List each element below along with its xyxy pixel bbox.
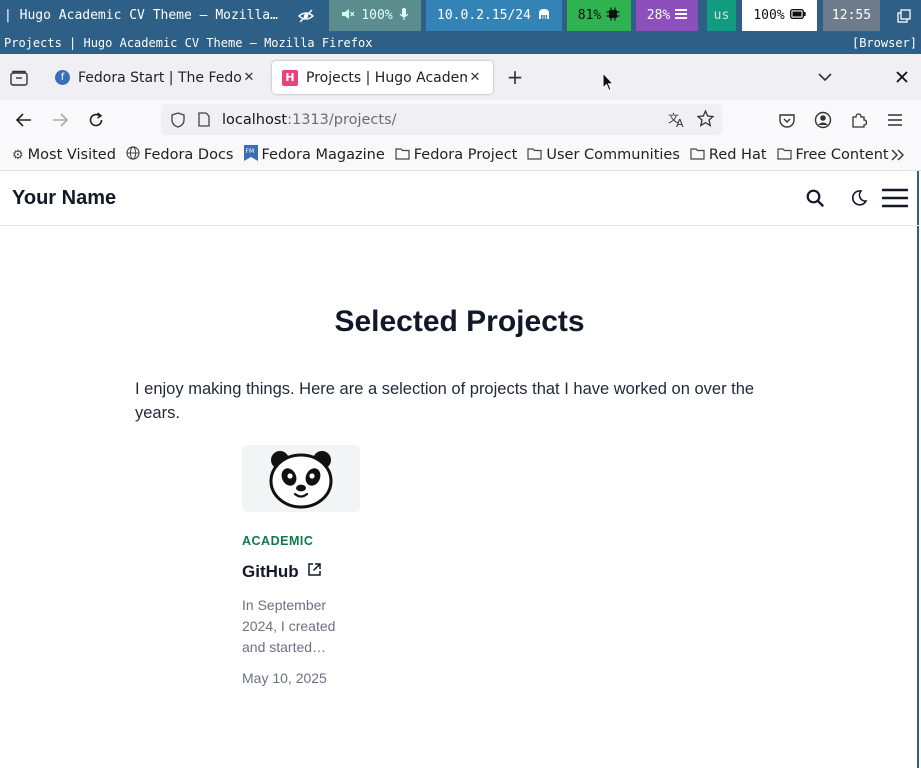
bookmark-fedora-docs[interactable]: Fedora Docs (126, 146, 234, 164)
navigation-toolbar: localhost:1313/projects/ 文A (0, 100, 921, 140)
globe-icon (126, 146, 140, 164)
fedora-icon: f (55, 70, 70, 85)
microphone-icon (399, 7, 409, 25)
battery-level: 100% (753, 8, 785, 23)
hugo-icon: H (282, 69, 298, 86)
battery-indicator[interactable]: 100% (742, 0, 817, 31)
bookmark-most-visited[interactable]: ⚙ Most Visited (12, 147, 116, 163)
project-card[interactable]: ACADEMIC GitHub In September 2024, I cre… (242, 445, 360, 686)
bookmark-label: Fedora Docs (143, 147, 234, 163)
focused-window-title: | Hugo Academic CV Theme — Mozilla… (4, 8, 278, 23)
cpu-chip-icon (606, 7, 620, 25)
forward-arrow-icon[interactable] (49, 109, 71, 131)
bookmark-folder-red-hat[interactable]: Red Hat (690, 147, 767, 164)
hamburger-menu-icon[interactable] (884, 109, 906, 131)
page-title: Selected Projects (334, 305, 585, 338)
pocket-icon[interactable] (776, 109, 798, 131)
bookmark-label: User Communities (546, 147, 680, 163)
menu-hamburger-icon[interactable] (881, 186, 909, 210)
audio-indicator[interactable]: 100% (329, 0, 421, 31)
bookmark-label: Fedora Magazine (261, 147, 385, 163)
status-bar: | Hugo Academic CV Theme — Mozilla… 100%… (0, 0, 921, 31)
audio-level: 100% (361, 8, 393, 23)
speaker-muted-icon (341, 7, 355, 25)
bookmarks-overflow-chevron-icon[interactable] (888, 145, 908, 165)
tab-fedora-start[interactable]: f Fedora Start | The Fedora ✕ (45, 61, 267, 94)
bookmark-star-icon[interactable] (696, 109, 715, 131)
memory-bars-icon (675, 8, 688, 24)
svg-text:FM: FM (245, 148, 254, 155)
close-icon[interactable]: ✕ (241, 70, 257, 85)
site-header: Your Name (0, 171, 919, 226)
bookmark-label: Most Visited (27, 147, 116, 163)
dark-mode-moon-icon[interactable] (847, 186, 871, 210)
tray-windows-icon[interactable] (886, 0, 921, 31)
extensions-puzzle-icon[interactable] (848, 109, 870, 131)
keyboard-layout[interactable]: us (707, 0, 736, 31)
account-icon[interactable] (812, 109, 834, 131)
memory-usage: 28% (646, 8, 671, 23)
panda-icon (269, 450, 333, 508)
mouse-cursor-icon (602, 72, 614, 92)
new-tab-icon[interactable]: + (504, 65, 526, 89)
ethernet-icon (537, 8, 551, 24)
memory-indicator[interactable]: 28% (636, 0, 698, 31)
bookmark-label: Free Content (795, 147, 889, 163)
project-category[interactable]: ACADEMIC (242, 534, 360, 548)
tab-label: Fedora Start | The Fedora (78, 69, 241, 86)
url-text[interactable]: localhost:1313/projects/ (222, 112, 397, 128)
bookmark-label: Fedora Project (413, 147, 518, 163)
url-bar[interactable]: localhost:1313/projects/ 文A (161, 104, 722, 135)
translate-icon[interactable]: 文A (668, 111, 686, 132)
list-tabs-chevron-down-icon[interactable] (814, 66, 836, 88)
bookmarks-toolbar: ⚙ Most Visited Fedora Docs FM Fedora Mag… (0, 140, 921, 171)
shield-icon[interactable] (169, 111, 187, 128)
reload-icon[interactable] (85, 109, 107, 131)
web-page: Your Name Selected Projects I enjoy maki… (0, 171, 919, 768)
tab-bar: f Fedora Start | The Fedora ✕ H Projects… (0, 54, 921, 100)
gear-icon: ⚙ (12, 147, 24, 163)
window-titlebar: Projects | Hugo Academic CV Theme — Mozi… (0, 31, 921, 54)
close-window-icon[interactable] (891, 66, 913, 88)
close-icon[interactable]: ✕ (467, 70, 483, 85)
project-date: May 10, 2025 (242, 670, 327, 686)
url-path: :1313/projects/ (287, 111, 397, 128)
folder-icon (690, 147, 705, 164)
firefox-view-icon[interactable] (8, 67, 30, 89)
bookmark-folder-user-communities[interactable]: User Communities (527, 147, 680, 164)
svg-text:A: A (676, 117, 684, 128)
window-title: Projects | Hugo Academic CV Theme — Mozi… (4, 35, 373, 50)
cpu-indicator[interactable]: 81% (567, 0, 631, 31)
project-title-link[interactable]: GitHub (242, 562, 360, 582)
folder-icon (527, 147, 542, 164)
network-address: 10.0.2.15/24 (437, 8, 531, 23)
project-summary: In September 2024, I created and started… (242, 597, 336, 655)
url-host: localhost (222, 111, 288, 128)
clock[interactable]: 12:55 (823, 0, 880, 31)
project-thumbnail[interactable] (242, 445, 360, 512)
bookmark-label: Red Hat (708, 147, 767, 163)
folder-icon (776, 147, 792, 164)
cpu-usage: 81% (577, 8, 602, 23)
battery-icon (789, 8, 806, 23)
page-info-icon[interactable] (195, 112, 213, 127)
fm-icon: FM (243, 145, 258, 165)
tab-label: Projects | Hugo Academic (306, 69, 467, 86)
project-title: GitHub (242, 562, 299, 581)
tab-projects[interactable]: H Projects | Hugo Academic ✕ (272, 61, 493, 94)
search-icon[interactable] (803, 186, 827, 210)
back-arrow-icon[interactable] (13, 109, 35, 131)
external-link-icon (307, 562, 322, 582)
bookmark-fedora-magazine[interactable]: FM Fedora Magazine (243, 145, 385, 165)
page-intro: I enjoy making things. Here are a select… (135, 380, 755, 422)
bookmark-folder-free-content[interactable]: Free Content (776, 147, 889, 164)
visibility-off-icon[interactable] (288, 0, 324, 31)
site-brand-link[interactable]: Your Name (12, 187, 116, 210)
network-indicator[interactable]: 10.0.2.15/24 (426, 0, 562, 31)
bookmark-folder-fedora-project[interactable]: Fedora Project (395, 147, 518, 164)
folder-icon (395, 147, 410, 164)
window-tag: [Browser] (851, 35, 917, 50)
